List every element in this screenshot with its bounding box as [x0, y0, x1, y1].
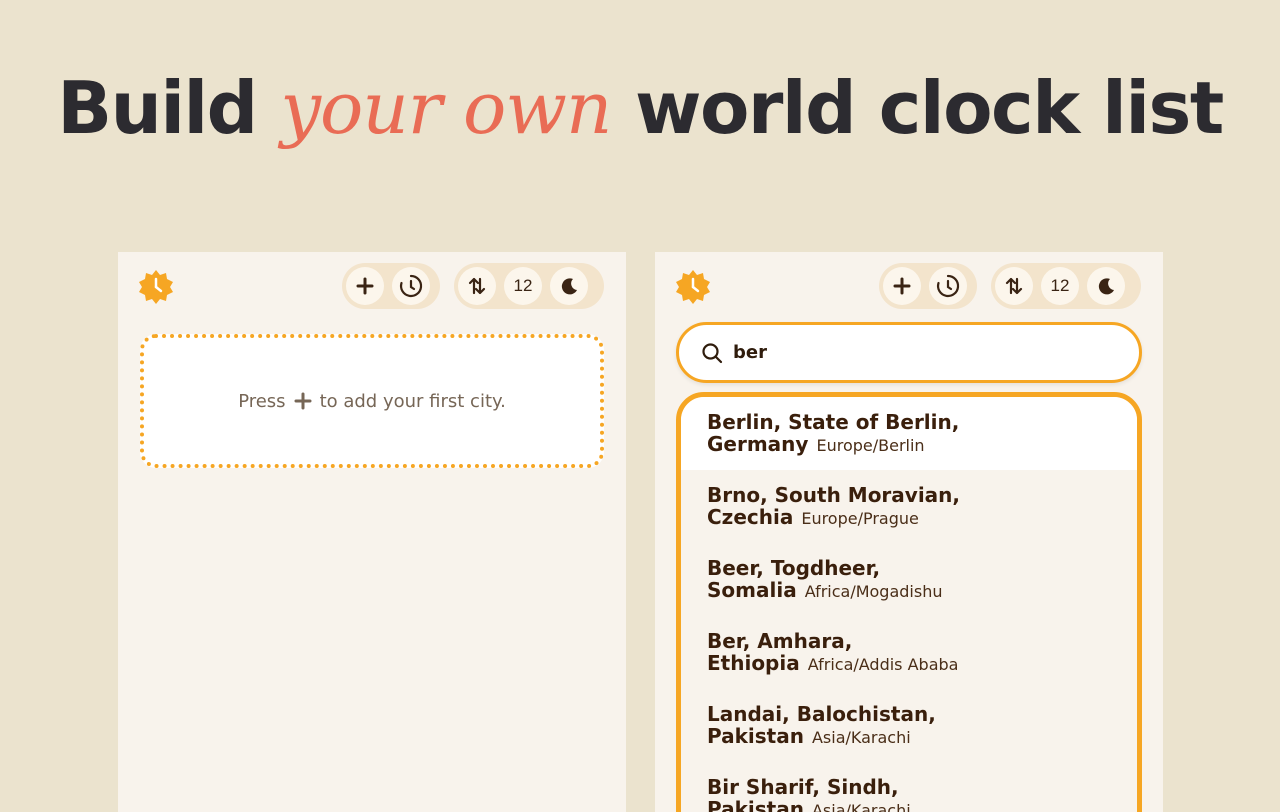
app-logo-icon [138, 269, 174, 305]
options-controls: 12 [991, 263, 1141, 309]
search-result-item[interactable]: Ber, Amhara, Ethiopia Africa/Addis Ababa [681, 616, 1137, 689]
time-format-button[interactable]: 12 [1041, 267, 1079, 305]
time-travel-button[interactable] [392, 267, 430, 305]
popup-search-state: 12 Berlin, State of Berlin, Germany Europ… [655, 252, 1163, 812]
result-country: Pakistan [707, 797, 804, 812]
result-country: Czechia [707, 505, 794, 529]
app-logo-icon [675, 269, 711, 305]
sort-arrows-icon [468, 277, 486, 295]
time-travel-button[interactable] [929, 267, 967, 305]
headline: Build your own world clock list [0, 66, 1280, 150]
city-search-box[interactable] [676, 322, 1142, 383]
result-timezone: Africa/Mogadishu [804, 582, 943, 601]
result-timezone: Asia/Karachi [811, 728, 911, 747]
result-timezone: Europe/Prague [801, 509, 919, 528]
time-format-button[interactable]: 12 [504, 267, 542, 305]
result-city-region: Bir Sharif, Sindh, [707, 775, 899, 799]
add-controls [879, 263, 977, 309]
search-icon [702, 342, 723, 363]
search-result-item[interactable]: Brno, South Moravian, Czechia Europe/Prag… [681, 470, 1137, 543]
sort-arrows-icon [1005, 277, 1023, 295]
theme-toggle-button[interactable] [1087, 267, 1125, 305]
empty-text-end: to add your first city. [319, 390, 506, 412]
search-result-item[interactable]: Bir Sharif, Sindh, Pakistan Asia/Karachi [681, 762, 1137, 812]
search-result-item[interactable]: Berlin, State of Berlin, Germany Europe/B… [681, 397, 1137, 470]
moon-icon [561, 278, 577, 295]
result-city-region: Landai, Balochistan, [707, 702, 936, 726]
headline-end: world clock list [634, 66, 1224, 150]
add-city-button[interactable] [883, 267, 921, 305]
clock-rewind-icon [399, 274, 423, 298]
moon-icon [1098, 278, 1114, 295]
result-timezone: Africa/Addis Ababa [807, 655, 959, 674]
sort-button[interactable] [458, 267, 496, 305]
popup-empty-state: 12 Press to add your first city. [118, 252, 626, 812]
result-city-region: Beer, Togdheer, [707, 556, 881, 580]
empty-city-placeholder: Press to add your first city. [140, 334, 604, 468]
headline-start: Build [57, 66, 258, 150]
city-search-input[interactable] [733, 342, 1093, 363]
search-result-item[interactable]: Landai, Balochistan, Pakistan Asia/Karach… [681, 689, 1137, 762]
result-country: Germany [707, 432, 809, 456]
result-city-region: Brno, South Moravian, [707, 483, 961, 507]
search-results-list: Berlin, State of Berlin, Germany Europe/B… [676, 392, 1142, 812]
empty-text-start: Press [238, 390, 286, 412]
add-city-button[interactable] [346, 267, 384, 305]
plus-icon [356, 277, 374, 295]
result-country: Pakistan [707, 724, 804, 748]
plus-icon [893, 277, 911, 295]
headline-accent: your own [280, 66, 612, 150]
result-timezone: Europe/Berlin [816, 436, 925, 455]
theme-toggle-button[interactable] [550, 267, 588, 305]
options-controls: 12 [454, 263, 604, 309]
result-country: Ethiopia [707, 651, 800, 675]
result-country: Somalia [707, 578, 797, 602]
clock-rewind-icon [936, 274, 960, 298]
result-city-region: Berlin, State of Berlin, [707, 410, 960, 434]
plus-icon [294, 392, 312, 410]
search-result-item[interactable]: Beer, Togdheer, Somalia Africa/Mogadishu [681, 543, 1137, 616]
result-timezone: Asia/Karachi [811, 801, 911, 812]
add-controls [342, 263, 440, 309]
result-city-region: Ber, Amhara, [707, 629, 853, 653]
sort-button[interactable] [995, 267, 1033, 305]
